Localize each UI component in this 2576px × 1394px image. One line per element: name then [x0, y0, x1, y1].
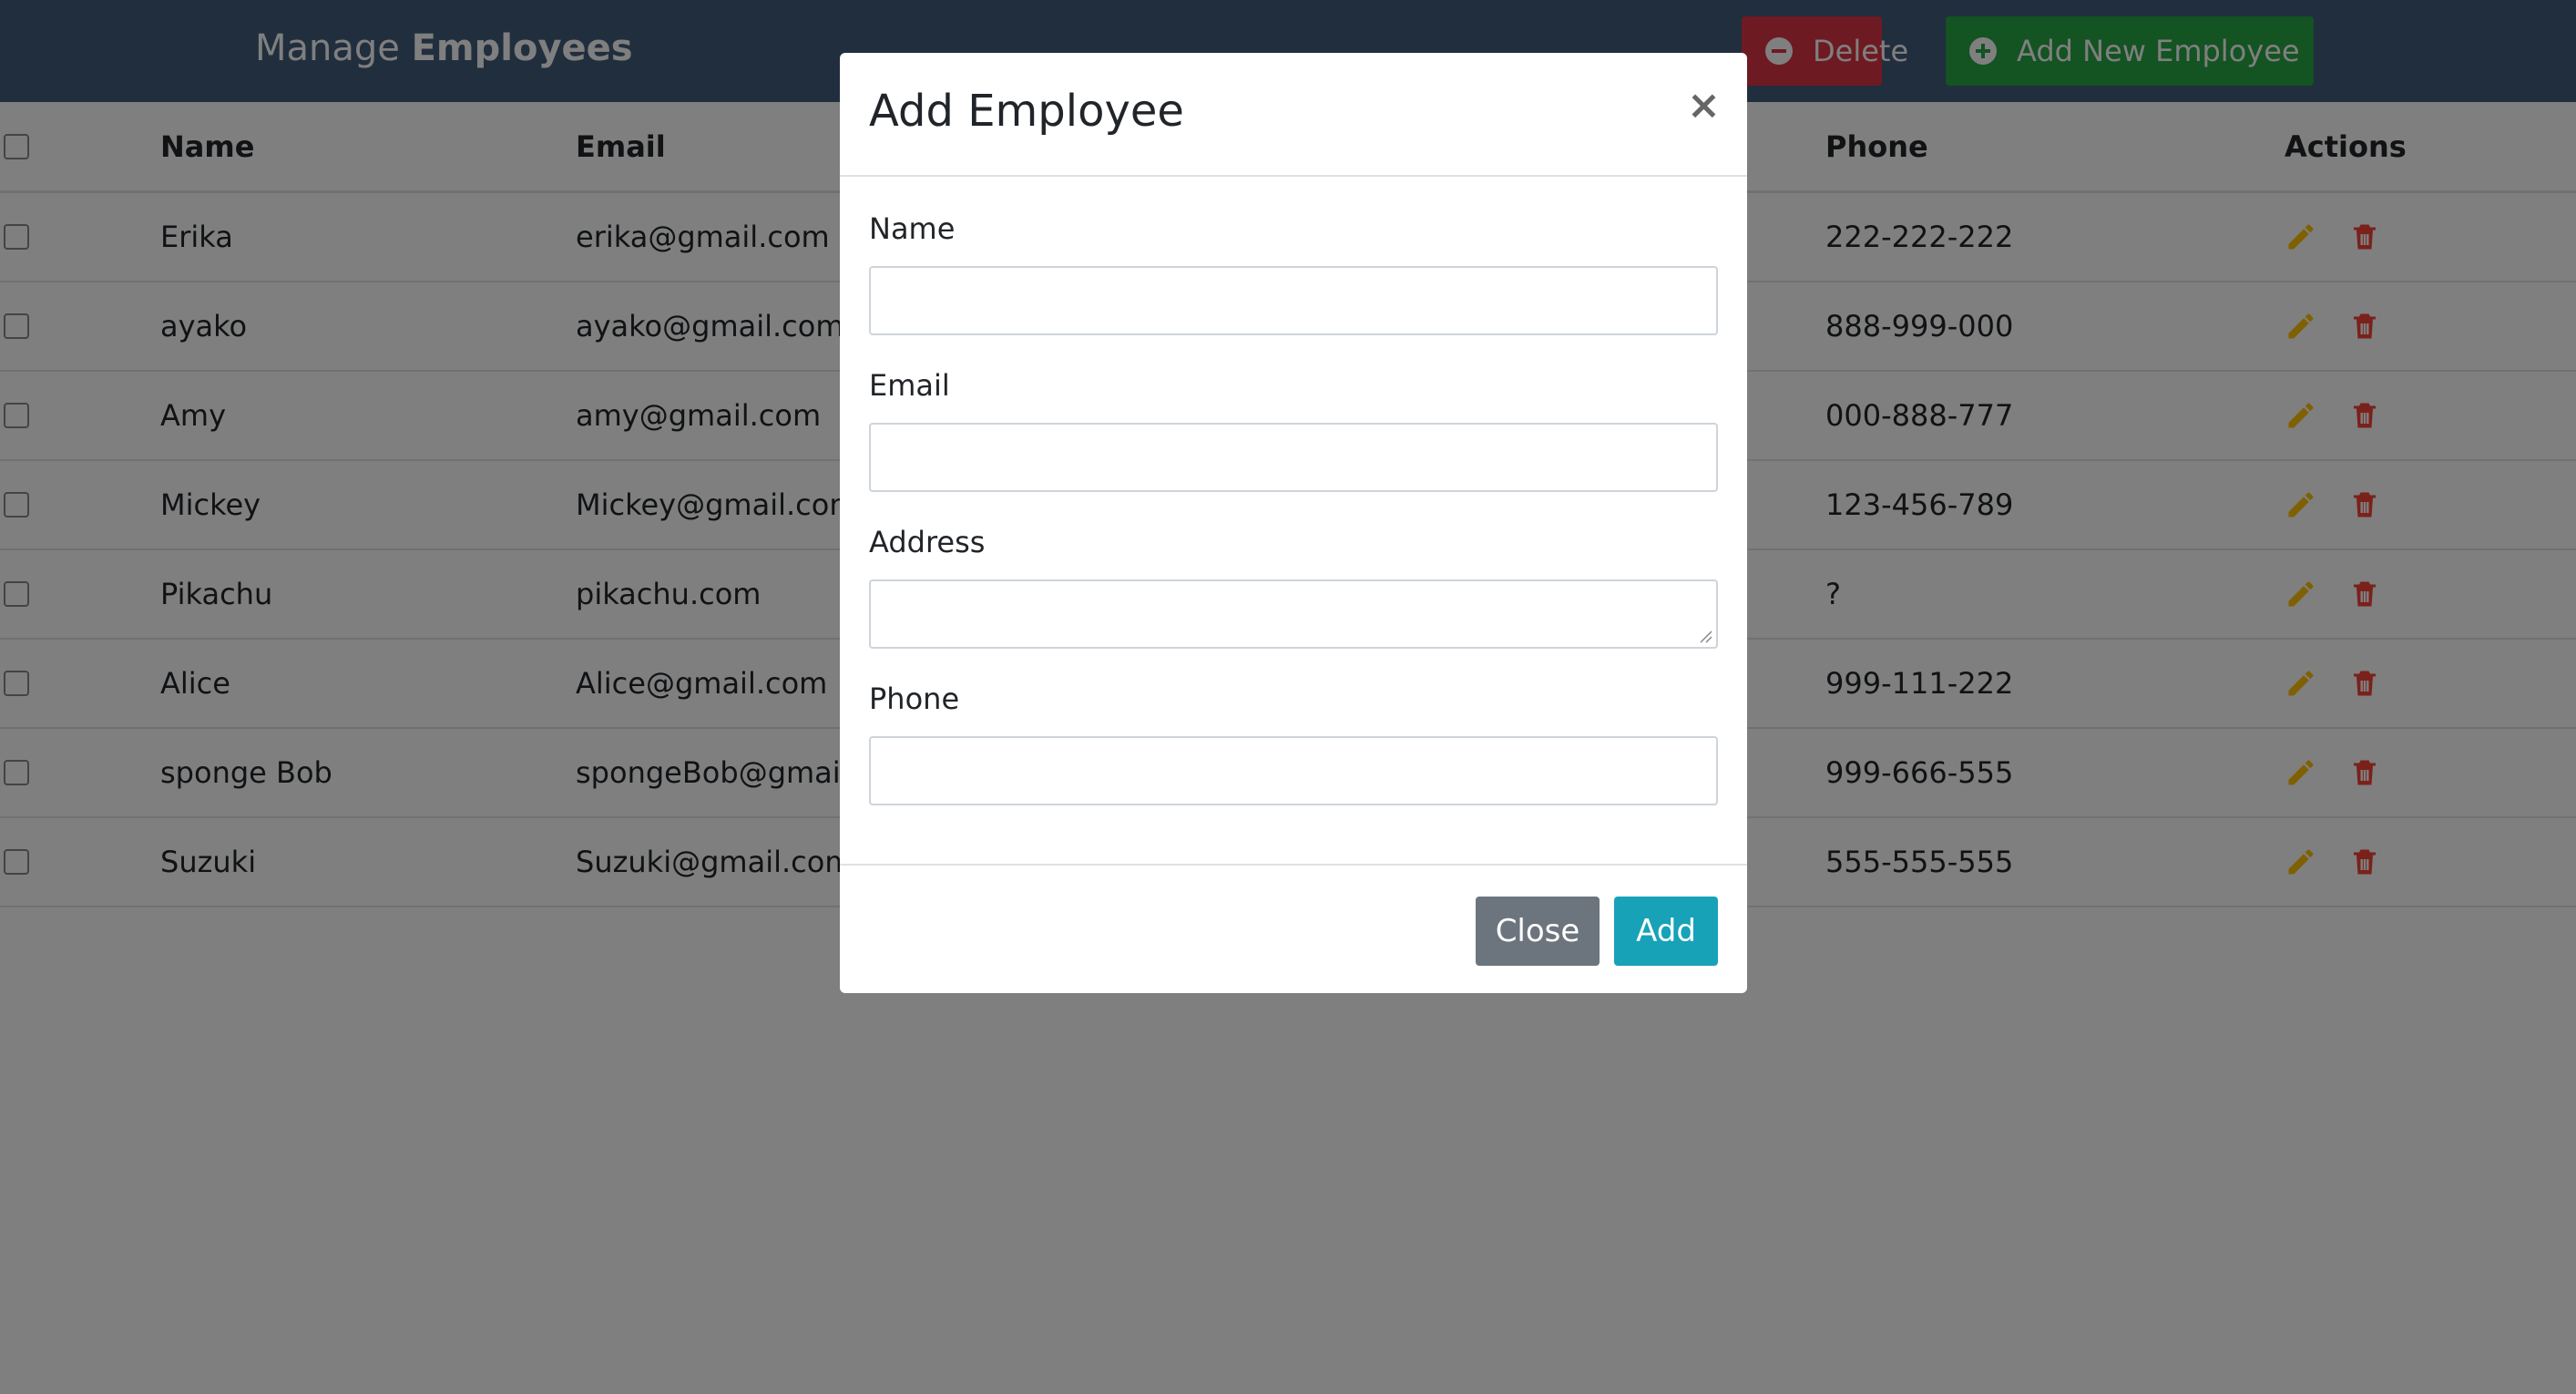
modal-header: Add Employee ×	[840, 53, 1747, 177]
address-label: Address	[869, 525, 986, 559]
close-button[interactable]: Close	[1476, 897, 1600, 966]
phone-input[interactable]	[869, 736, 1718, 805]
add-button[interactable]: Add	[1614, 897, 1718, 966]
name-label: Name	[869, 211, 956, 246]
phone-label: Phone	[869, 682, 960, 716]
email-label: Email	[869, 368, 950, 403]
modal-title: Add Employee	[869, 86, 1184, 137]
add-employee-modal: Add Employee × Name Email Address Phone …	[840, 53, 1747, 993]
modal-footer: Close Add	[840, 864, 1747, 993]
email-input[interactable]	[869, 423, 1718, 492]
name-input[interactable]	[869, 266, 1718, 335]
resize-handle-icon[interactable]	[1698, 629, 1712, 643]
page: Manage Employees Delete Add New Employee…	[0, 0, 2576, 1394]
address-textarea[interactable]	[869, 579, 1718, 649]
close-icon[interactable]: ×	[1687, 86, 1721, 126]
